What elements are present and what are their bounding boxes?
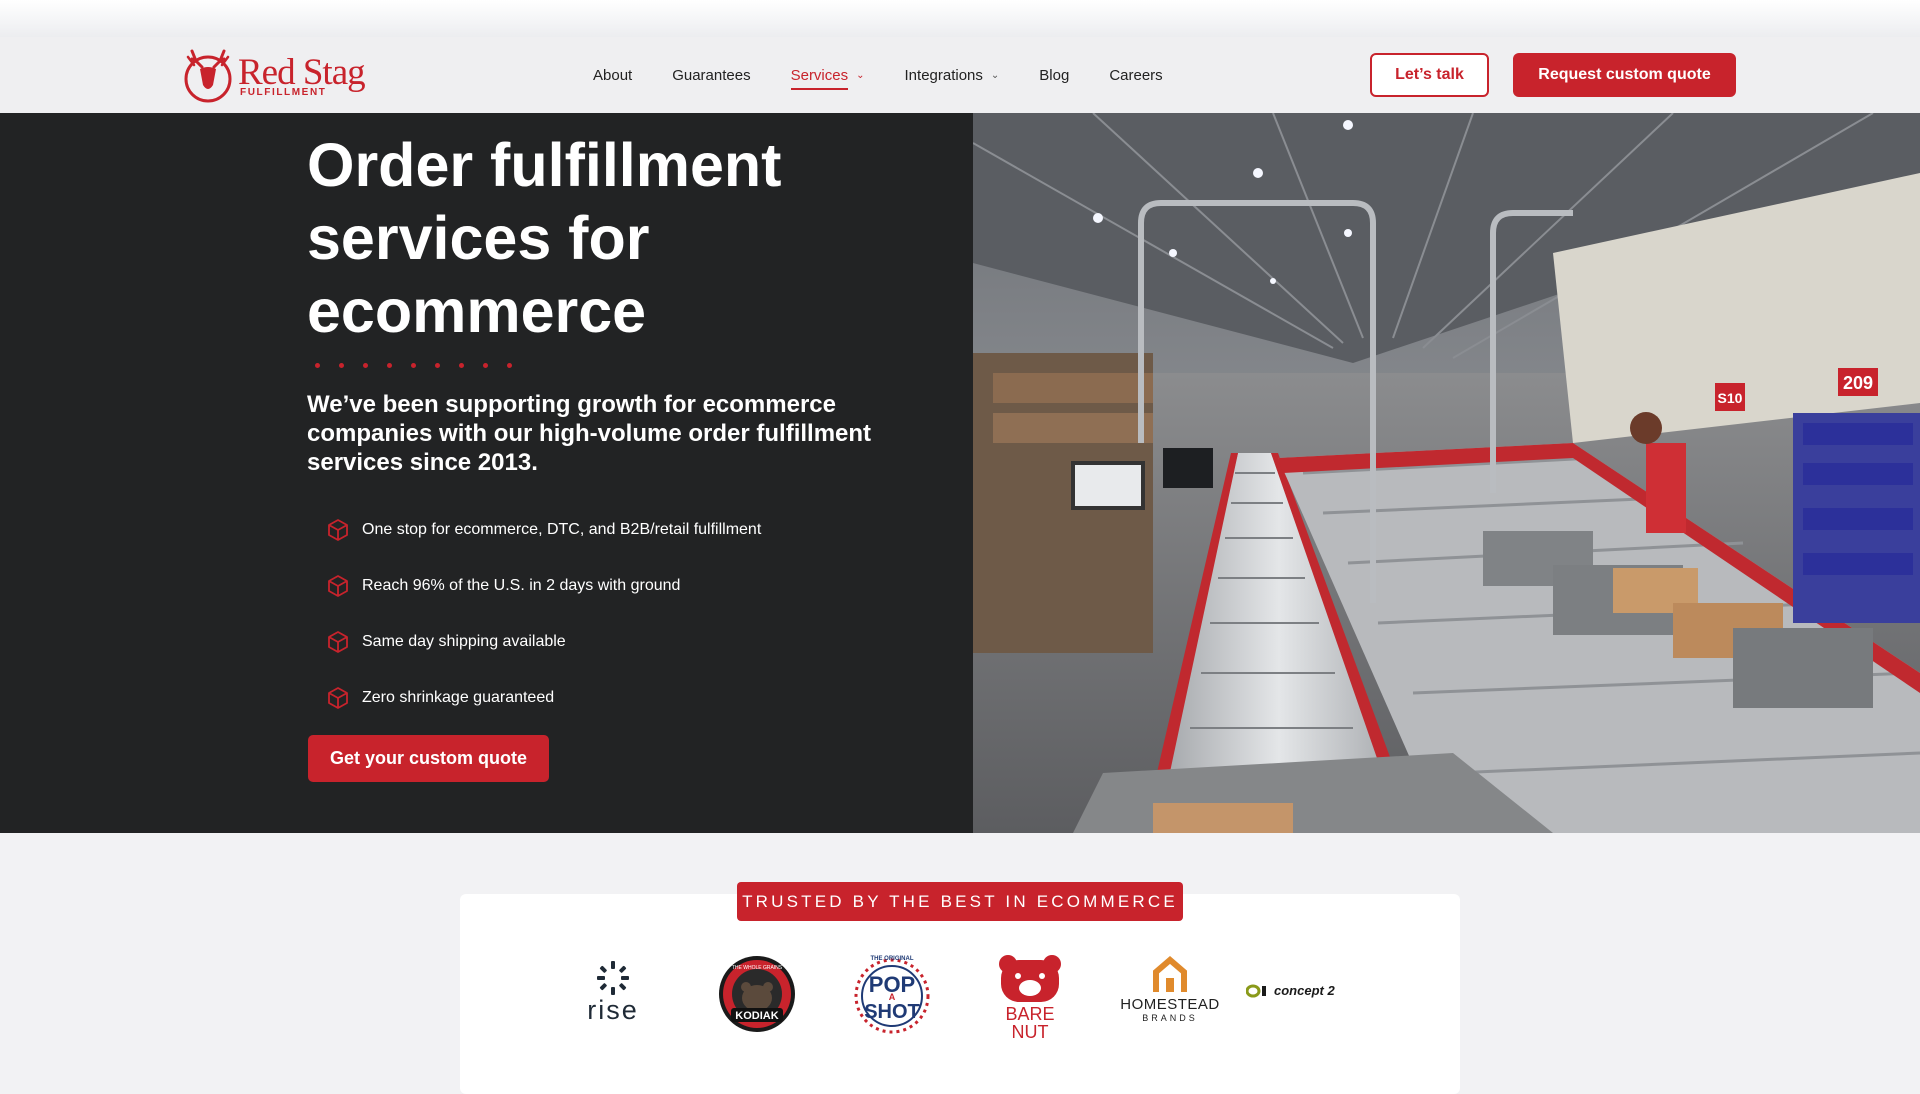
site-header: Red Stag FULFILLMENT About Guarantees Se… (0, 37, 1920, 113)
warehouse-photo: 209 S10 (973, 113, 1920, 833)
red-stag-logo[interactable]: Red Stag FULFILLMENT (182, 47, 366, 103)
nav-guarantees[interactable]: Guarantees (672, 37, 750, 113)
barenut-line2: NUT (1012, 1022, 1049, 1040)
bare-nut-logo: BARE NUT (999, 955, 1061, 1040)
hero-section: Order fulfillment services for ecommerce… (0, 113, 1920, 833)
homestead-wordmark: HOMESTEAD (1120, 996, 1220, 1013)
house-icon (1153, 956, 1187, 992)
popshot-bottom: SHOT (864, 1001, 920, 1023)
hero-subtitle: We’ve been supporting growth for ecommer… (307, 391, 872, 476)
list-item: One stop for ecommerce, DTC, and B2B/ret… (326, 502, 761, 558)
list-item: Reach 96% of the U.S. in 2 days with gro… (326, 558, 761, 614)
feature-text: Zero shrinkage guaranteed (362, 689, 555, 706)
chevron-down-icon: ⌄ (990, 69, 1000, 81)
sparkle-icon (597, 961, 629, 995)
list-item: Same day shipping available (326, 614, 761, 670)
homestead-brands-logo: HOMESTEAD BRANDS (1115, 956, 1225, 1023)
photo-sign: S10 (1718, 390, 1743, 406)
nav-label: About (593, 66, 633, 84)
nav-services[interactable]: Services ⌄ (790, 37, 865, 113)
kodiak-wordmark: KODIAK (735, 1010, 778, 1022)
stag-icon (184, 49, 232, 103)
nav-blog[interactable]: Blog (1039, 37, 1069, 113)
nav-label: Integrations (904, 66, 983, 84)
trusted-heading-badge: TRUSTED BY THE BEST IN ECOMMERCE (737, 882, 1183, 921)
box-icon (328, 687, 348, 709)
concept2-wordmark: concept 2 (1274, 983, 1335, 998)
kodiak-logo: KODIAK THE WHOLE GRAINS (719, 956, 795, 1032)
nav-label: Blog (1039, 66, 1070, 84)
get-quote-button[interactable]: Get your custom quote (308, 735, 549, 782)
box-icon (328, 575, 348, 597)
browser-top-strip (0, 0, 1920, 37)
request-quote-button[interactable]: Request custom quote (1513, 53, 1736, 97)
main-nav: About Guarantees Services ⌄ Integrations… (593, 37, 1163, 113)
popshot-tagline: THE ORIGINAL (871, 956, 914, 962)
list-item: Zero shrinkage guaranteed (326, 670, 761, 726)
hero-title: Order fulfillment services for ecommerce (307, 131, 782, 345)
nav-integrations[interactable]: Integrations ⌄ (905, 37, 1000, 113)
feature-text: Same day shipping available (362, 633, 566, 650)
nav-label: Careers (1109, 66, 1163, 84)
barenut-line1: BARE (1005, 1004, 1054, 1024)
nav-about[interactable]: About (593, 37, 632, 113)
nav-label: Guarantees (672, 66, 751, 84)
kodiak-tagline: THE WHOLE GRAINS (732, 965, 783, 971)
logo-tagline: FULFILLMENT (240, 87, 327, 98)
nav-careers[interactable]: Careers (1109, 37, 1162, 113)
rise-wordmark: rise (587, 995, 639, 1025)
rise-logo: rise (580, 959, 646, 1025)
homestead-sub: BRANDS (1142, 1013, 1198, 1023)
nav-label: Services (790, 67, 849, 90)
box-icon (328, 519, 348, 541)
pop-a-shot-logo: THE ORIGINAL POP A SHOT (854, 956, 930, 1034)
photo-sign: 209 (1843, 373, 1873, 393)
lets-talk-button[interactable]: Let’s talk (1370, 53, 1489, 97)
box-icon (328, 631, 348, 653)
dots-divider (315, 363, 512, 368)
concept2-logo: concept 2 (1246, 983, 1356, 998)
concept2-mark-icon (1246, 984, 1266, 997)
chevron-down-icon: ⌄ (856, 69, 865, 81)
feature-text: One stop for ecommerce, DTC, and B2B/ret… (362, 521, 762, 538)
feature-list: One stop for ecommerce, DTC, and B2B/ret… (326, 502, 761, 726)
feature-text: Reach 96% of the U.S. in 2 days with gro… (362, 577, 681, 594)
trusted-logos-card: rise KODIAK THE WHOLE GRAINS THE ORIGINA… (460, 894, 1460, 1094)
